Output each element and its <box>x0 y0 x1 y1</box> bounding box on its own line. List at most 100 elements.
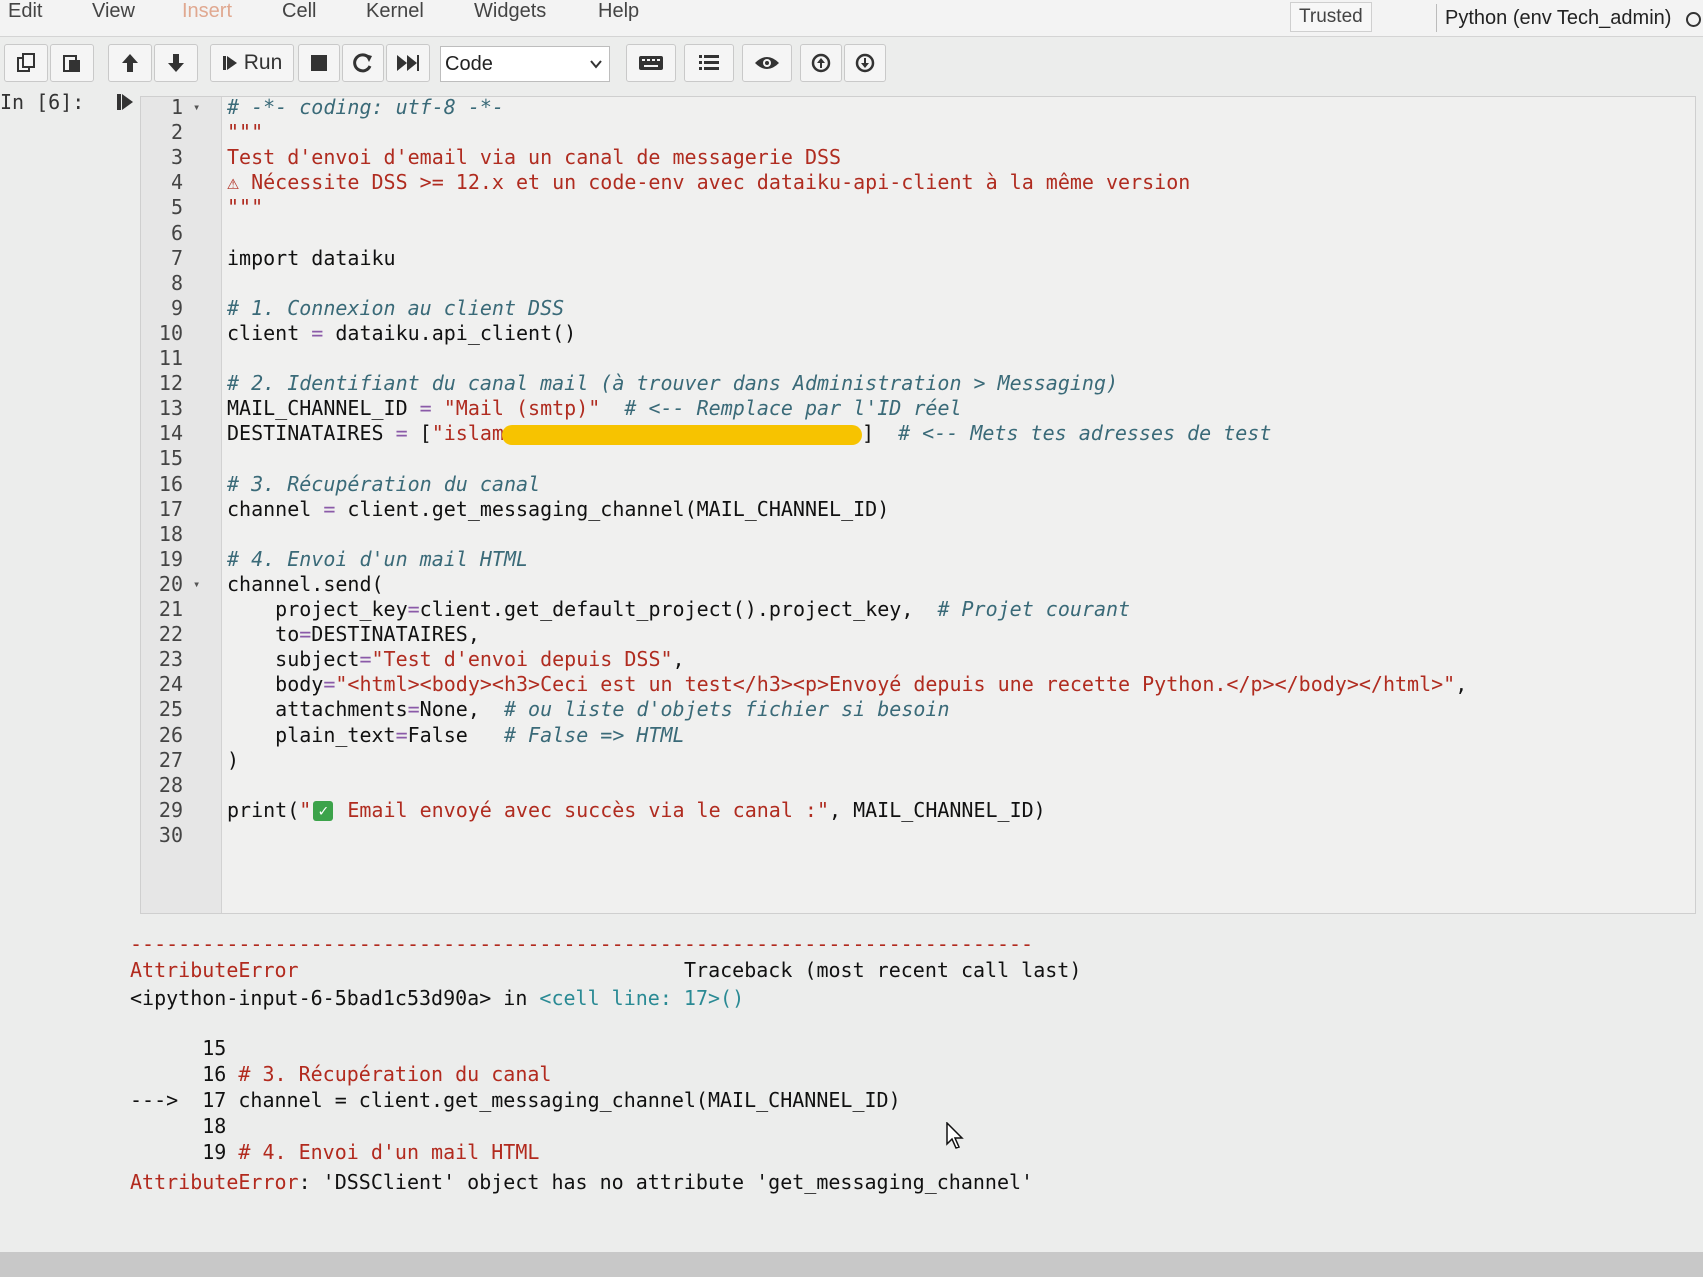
line-number: 26 <box>158 722 183 747</box>
copy-icon <box>17 53 35 72</box>
arrow-up-icon <box>122 54 138 72</box>
mouse-cursor-icon <box>946 1122 964 1149</box>
code-text: # 4. Envoi d'un mail HTML <box>227 546 529 571</box>
code-line: 21 project_key=client.get_default_projec… <box>141 596 1691 623</box>
menu-kernel[interactable]: Kernel <box>366 0 424 22</box>
line-number: 16 <box>158 471 183 496</box>
arrow-down-icon <box>168 54 184 72</box>
menu-insert[interactable]: Insert <box>182 0 232 22</box>
code-line: 16 # 3. Récupération du canal <box>141 471 1691 498</box>
line-number: 27 <box>158 747 183 772</box>
extension-button-2[interactable] <box>844 44 886 82</box>
code-line: 7 import dataiku <box>141 245 1691 272</box>
traceback-indent <box>130 1114 202 1138</box>
code-line: 6 <box>141 220 1691 247</box>
code-text: client = dataiku.api_client() <box>227 320 577 345</box>
list-toggle-button[interactable] <box>684 44 734 82</box>
trusted-badge[interactable]: Trusted <box>1290 2 1372 32</box>
restart-icon <box>353 53 372 73</box>
run-button[interactable]: Run <box>210 44 294 82</box>
traceback-location: <ipython-input-6-5bad1c53d90a> in <cell … <box>130 984 744 1012</box>
menu-widgets[interactable]: Widgets <box>474 0 546 22</box>
code-text: # 1. Connexion au client DSS <box>227 295 565 320</box>
line-number: 10 <box>158 320 183 345</box>
traceback-code: channel = client.get_messaging_channel(M… <box>238 1088 901 1112</box>
code-text: import dataiku <box>227 245 396 270</box>
extension-button-1[interactable] <box>800 44 842 82</box>
stop-icon <box>311 55 327 71</box>
line-number: 21 <box>158 597 183 621</box>
menu-bar: Edit View Insert Cell Kernel Widgets Hel… <box>0 0 1703 37</box>
restart-run-all-button[interactable] <box>386 44 430 82</box>
code-line: 26 plain_text=False # False => HTML <box>141 722 1691 749</box>
line-number: 25 <box>158 697 183 722</box>
line-number: 22 <box>158 622 183 647</box>
line-number: 4 <box>170 170 183 195</box>
paste-cell-button[interactable] <box>50 44 94 82</box>
move-cell-down-button[interactable] <box>154 44 198 82</box>
code-line: 25 attachments=None, # ou liste d'objets… <box>141 696 1691 723</box>
fold-toggle-icon[interactable]: ▾ <box>193 571 200 598</box>
cell-type-select[interactable]: Code <box>440 46 610 82</box>
input-prompt: In [6]: <box>0 90 85 114</box>
code-editor[interactable]: 1 ▾ # -*- coding: utf-8 -*- 2 """ 3 Test d'env… <box>140 94 1696 914</box>
keyboard-icon <box>639 56 663 70</box>
cell-type-value: Code <box>445 53 493 75</box>
notebook-toolbar: Run Code <box>0 38 1703 88</box>
run-button-label: Run <box>243 51 283 74</box>
code-text: # 3. Récupération du canal <box>227 471 541 496</box>
step-forward-icon <box>222 56 237 70</box>
interrupt-kernel-button[interactable] <box>298 44 340 82</box>
code-text: ⚠ Nécessite DSS >= 12.x et un code-env a… <box>227 170 1191 195</box>
code-text: attachments=None, # ou liste d'objets fi… <box>227 697 950 722</box>
move-cell-up-button[interactable] <box>108 44 152 82</box>
line-number: 28 <box>158 772 183 797</box>
code-text: plain_text=False # False => HTML <box>227 722 685 747</box>
code-text: # -*- coding: utf-8 -*- <box>227 95 504 119</box>
traceback-line: 15 <box>130 1034 238 1062</box>
menu-view[interactable]: View <box>92 0 135 22</box>
traceback-line: 18 <box>130 1112 238 1140</box>
code-line: 24 body="<html><body><h3>Ceci est un tes… <box>141 671 1691 698</box>
line-number: 6 <box>170 220 183 245</box>
line-number: 17 <box>158 496 183 521</box>
final-error-line: AttributeError: 'DSSClient' object has n… <box>130 1168 1033 1196</box>
line-number: 1 <box>170 95 183 119</box>
copy-cell-button[interactable] <box>4 44 48 82</box>
final-error-name: AttributeError <box>130 1170 299 1194</box>
line-number: 3 <box>170 145 183 170</box>
fast-forward-icon <box>397 55 419 71</box>
fold-toggle-icon[interactable]: ▾ <box>193 94 200 121</box>
code-text: print(" ✓ Email envoyé avec succès via le… <box>227 797 1046 822</box>
code-text: project_key=client.get_default_project()… <box>227 597 1131 621</box>
traceback-line-number: 18 <box>202 1114 239 1138</box>
code-text: subject="Test d'envoi depuis DSS", <box>227 647 685 672</box>
traceback-arrow: ---> <box>130 1088 203 1112</box>
traceback-code: # 4. Envoi d'un mail HTML <box>238 1140 540 1164</box>
error-name: AttributeError <box>130 958 299 982</box>
traceback-line-number: 19 <box>202 1140 239 1164</box>
line-number: 23 <box>158 647 183 672</box>
menu-help[interactable]: Help <box>598 0 639 22</box>
code-line: 19 # 4. Envoi d'un mail HTML <box>141 546 1691 573</box>
code-line: 30 <box>141 822 1691 849</box>
command-palette-button[interactable] <box>626 44 676 82</box>
code-text: ) <box>227 747 240 772</box>
line-number: 14 <box>158 421 183 446</box>
traceback-line: 19 # 4. Envoi d'un mail HTML <box>130 1138 539 1166</box>
menu-edit[interactable]: Edit <box>8 0 42 22</box>
run-cell-icon[interactable] <box>116 92 134 112</box>
restart-kernel-button[interactable] <box>342 44 384 82</box>
traceback-line-number: 16 <box>202 1062 239 1086</box>
traceback-line-number: 17 <box>202 1088 239 1112</box>
code-text: """ <box>227 195 264 220</box>
preview-button[interactable] <box>742 44 792 82</box>
input-reference: <ipython-input-6-5bad1c53d90a> <box>130 986 492 1010</box>
line-number: 29 <box>158 797 183 822</box>
menu-cell[interactable]: Cell <box>282 0 316 22</box>
code-line: 14 DESTINATAIRES = ["islam] # <-- Mets te… <box>141 420 1691 447</box>
line-number: 11 <box>158 346 183 370</box>
code-text: body="<html><body><h3>Ceci est un test</… <box>227 672 1468 697</box>
cell-line-reference: <cell line: 17>() <box>539 986 745 1010</box>
kernel-name[interactable]: Python (env Tech_admin) <box>1436 4 1671 32</box>
